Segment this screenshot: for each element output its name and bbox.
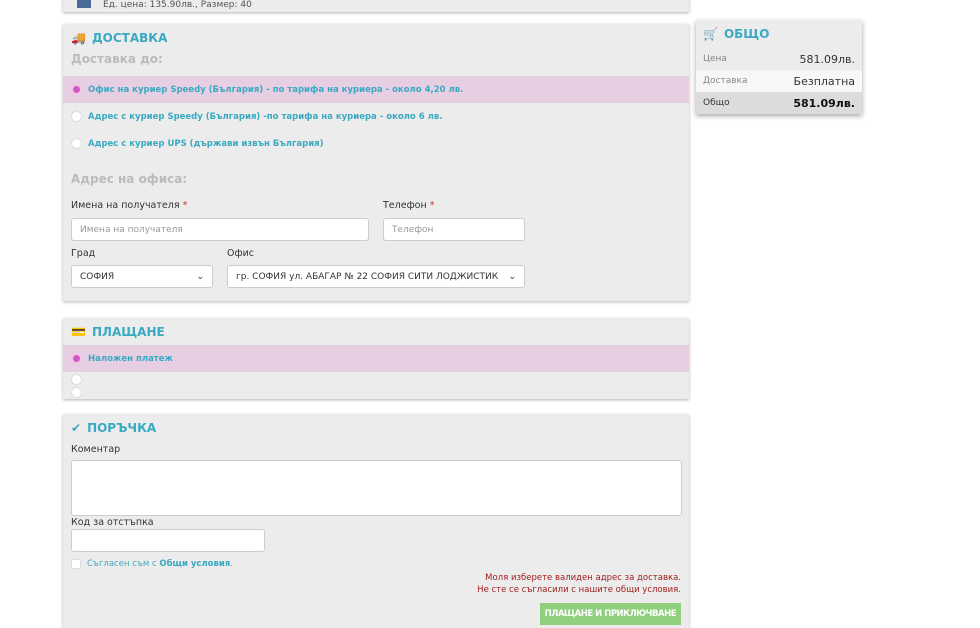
name-input[interactable]: Имена на получателя xyxy=(71,218,369,241)
order-summary: 🛒 ОБЩО Цена 581.09лв. Доставка Безплатна Об… xyxy=(696,20,862,114)
payment-panel: 💳 ПЛАЩАНЕ Наложен платеж xyxy=(63,318,689,399)
delivery-title: 🚚 ДОСТАВКА xyxy=(71,31,168,45)
phone-label: Телефон * xyxy=(383,200,435,211)
comment-textarea[interactable] xyxy=(71,460,682,516)
check-icon: ✔ xyxy=(71,421,82,435)
cart-item-panel: Ед. цена: 135.90лв., Размер: 40 xyxy=(63,0,689,12)
credit-card-icon: 💳 xyxy=(71,324,86,339)
phone-input[interactable]: Телефон xyxy=(383,218,525,241)
payment-option-radio[interactable] xyxy=(71,374,82,385)
summary-title: 🛒 ОБЩО xyxy=(703,27,770,41)
cart-icon: 🛒 xyxy=(703,27,718,41)
office-subtitle: Адрес на офиса: xyxy=(71,172,188,186)
office-select[interactable]: гр. СОФИЯ ул. АБАГАР № 22 СОФИЯ СИТИ ЛОД… xyxy=(227,265,525,288)
error-messages: Моля изберете валиден адрес за доставка.… xyxy=(477,573,681,595)
delivery-subtitle: Доставка до: xyxy=(71,52,163,66)
radio[interactable] xyxy=(71,138,82,149)
office-label: Офис xyxy=(227,248,254,259)
discount-label: Код за отстъпка xyxy=(71,517,154,528)
summary-row-total: Общо 581.09лв. xyxy=(696,92,862,114)
comment-label: Коментар xyxy=(71,444,121,455)
radio[interactable] xyxy=(71,84,82,95)
summary-row-delivery: Доставка Безплатна xyxy=(696,70,862,92)
terms-checkbox-row[interactable]: Съгласен съм с Общи условия. xyxy=(71,559,233,569)
order-panel: ✔ ПОРЪЧКА Коментар Код за отстъпка Съглас… xyxy=(63,414,689,628)
radio[interactable] xyxy=(71,111,82,122)
submit-order-button[interactable]: ПЛАЩАНЕ И ПРИКЛЮЧВАНЕ xyxy=(539,603,681,625)
summary-row-price: Цена 581.09лв. xyxy=(703,52,855,66)
name-label: Имена на получателя * xyxy=(71,200,188,211)
city-label: Град xyxy=(71,248,96,259)
city-select[interactable]: СОФИЯ ⌄ xyxy=(71,265,213,288)
delivery-option-speedy-address[interactable]: Адрес с куриер Speedy (България) -по тар… xyxy=(63,103,689,130)
payment-option-cod[interactable]: Наложен платеж xyxy=(63,345,689,372)
terms-checkbox[interactable] xyxy=(71,559,81,569)
truck-icon: 🚚 xyxy=(71,31,86,45)
radio[interactable] xyxy=(71,353,82,364)
payment-title: 💳 ПЛАЩАНЕ xyxy=(71,324,165,339)
delivery-option-ups[interactable]: Адрес с куриер UPS (държави извън Българ… xyxy=(63,130,689,157)
order-title: ✔ ПОРЪЧКА xyxy=(71,421,157,435)
delivery-panel: 🚚 ДОСТАВКА Доставка до: Офис на куриер Sp… xyxy=(63,24,689,301)
delivery-option-speedy-office[interactable]: Офис на куриер Speedy (България) - по та… xyxy=(63,76,689,103)
item-details: Ед. цена: 135.90лв., Размер: 40 xyxy=(103,0,252,10)
chevron-down-icon: ⌄ xyxy=(196,271,204,282)
discount-input[interactable] xyxy=(71,529,265,552)
terms-link[interactable]: Общи условия xyxy=(159,559,230,569)
chevron-down-icon: ⌄ xyxy=(508,271,516,282)
item-thumbnail xyxy=(77,0,91,8)
payment-option-radio[interactable] xyxy=(71,387,82,398)
